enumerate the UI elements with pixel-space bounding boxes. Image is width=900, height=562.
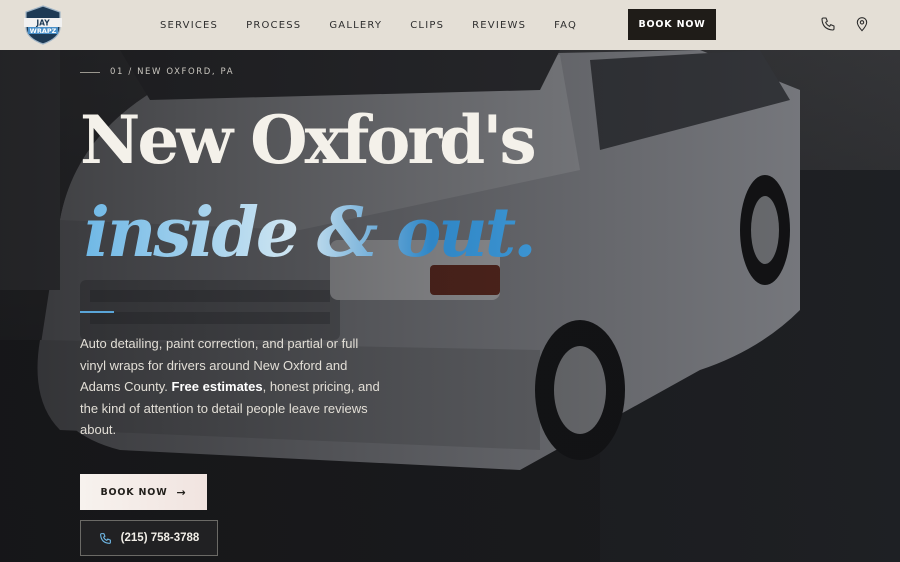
call-phone-button[interactable]: (215) 758-3788 xyxy=(80,520,218,556)
nav-link-process[interactable]: PROCESS xyxy=(246,20,301,31)
nav-link-reviews[interactable]: REVIEWS xyxy=(472,20,526,31)
eyebrow-rule xyxy=(80,71,100,73)
site-header: JAY WRAPZ SERVICES PROCESS GALLERY CLIPS… xyxy=(0,0,900,50)
headline-out: out xyxy=(375,193,514,273)
lead-free-estimates: Free estimates xyxy=(171,379,263,394)
nav-link-gallery[interactable]: GALLERY xyxy=(329,20,382,31)
hero-headline-line1: New Oxford's xyxy=(80,101,537,179)
headline-ampersand: & xyxy=(316,193,376,273)
phone-icon xyxy=(99,532,111,544)
accent-divider xyxy=(80,311,114,313)
nav-link-faq[interactable]: FAQ xyxy=(554,20,577,31)
hero-eyebrow: 01 / NEW OXFORD, PA xyxy=(80,67,234,77)
hero-headline-line2: inside & out. xyxy=(84,196,644,271)
svg-text:WRAPZ: WRAPZ xyxy=(30,27,57,35)
headline-inside: inside xyxy=(84,193,317,273)
hero-lead-paragraph: Auto detailing, paint correction, and pa… xyxy=(80,333,380,441)
eyebrow-text: 01 / NEW OXFORD, PA xyxy=(110,67,235,77)
nav-link-clips[interactable]: CLIPS xyxy=(410,20,444,31)
headline-dot: . xyxy=(513,193,534,273)
phone-number: (215) 758-3788 xyxy=(120,532,200,544)
jay-wrapz-logo[interactable]: JAY WRAPZ xyxy=(22,5,64,45)
phone-icon[interactable] xyxy=(820,16,836,32)
book-now-header-button[interactable]: BOOK NOW xyxy=(628,9,716,40)
book-now-hero-label: BOOK NOW xyxy=(100,486,168,498)
main-nav: SERVICES PROCESS GALLERY CLIPS REVIEWS F… xyxy=(160,0,605,50)
nav-link-services[interactable]: SERVICES xyxy=(160,20,218,31)
arrow-right-icon: → xyxy=(176,485,187,499)
book-now-hero-button[interactable]: BOOK NOW → xyxy=(80,474,207,510)
location-pin-icon[interactable] xyxy=(854,16,870,32)
